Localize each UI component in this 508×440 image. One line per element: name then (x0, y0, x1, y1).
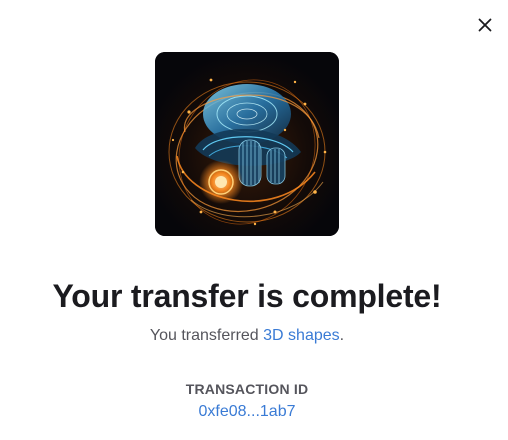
transfer-summary-suffix: . (339, 327, 345, 344)
transaction-id-link[interactable]: 0xfe08...1ab7 (199, 403, 296, 420)
item-link[interactable]: 3D shapes (263, 327, 340, 344)
abstract-3d-sphere-artwork (155, 52, 339, 236)
transfer-complete-dialog: Your transfer is complete! You transferr… (0, 0, 508, 440)
transfer-summary-prefix: You transferred (149, 327, 264, 344)
nft-image (155, 52, 339, 236)
transaction-id-row: 0xfe08...1ab7 (0, 402, 494, 422)
close-icon (478, 18, 492, 32)
transaction-id-label: TRANSACTION ID (185, 381, 309, 397)
close-button[interactable] (474, 14, 496, 36)
transfer-summary: You transferred 3D shapes. (0, 326, 494, 346)
dialog-title: Your transfer is complete! (52, 278, 442, 314)
